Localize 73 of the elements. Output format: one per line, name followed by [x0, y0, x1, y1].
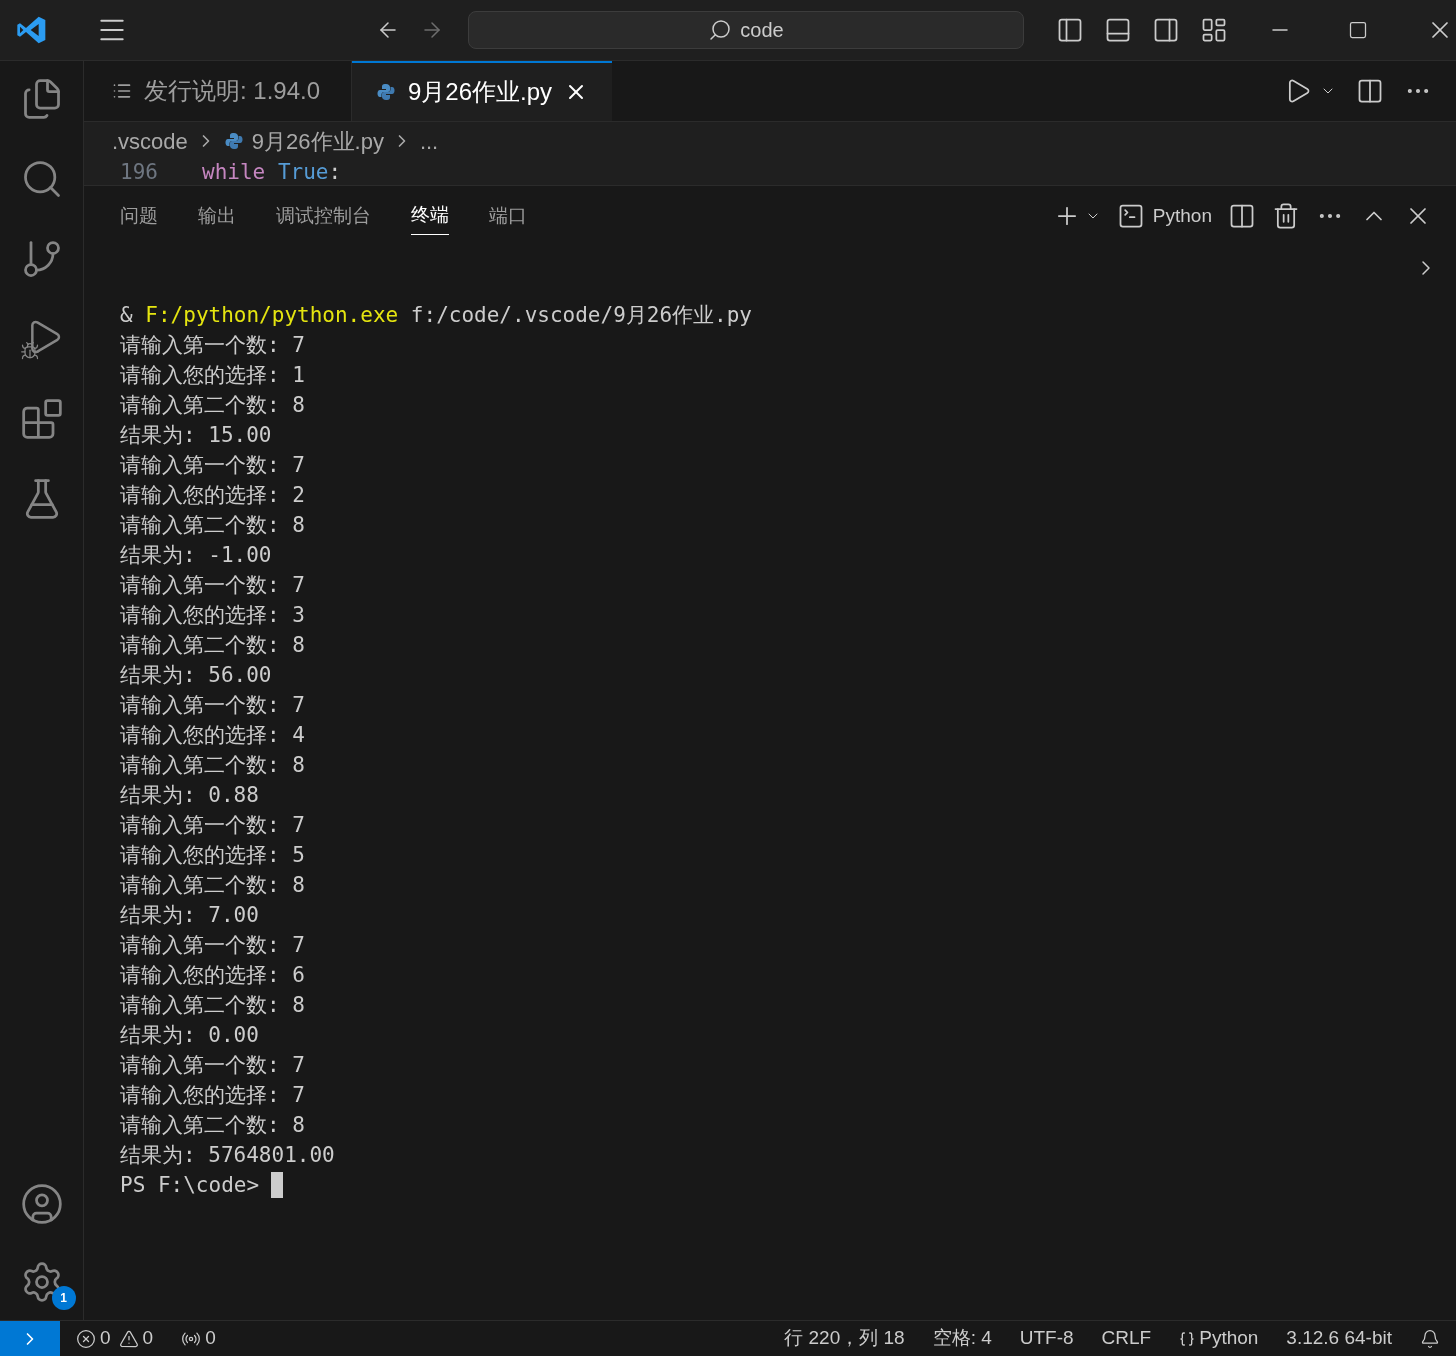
panel-tab[interactable]: 调试控制台	[276, 197, 371, 235]
terminal-output-line: 请输入您的选择: 1	[120, 362, 306, 389]
notification-badge: 1	[51, 1286, 76, 1310]
terminal-output-line: 请输入第二个数: 8	[120, 872, 306, 899]
primary-sidebar-icon[interactable]	[1056, 16, 1084, 44]
ports-status[interactable]: 0	[181, 1324, 216, 1353]
terminal-output-line: 请输入第二个数: 8	[120, 752, 306, 779]
search-field[interactable]: code	[468, 11, 1024, 49]
terminal-output-line: 结果为: 56.00	[120, 662, 273, 689]
search-text: code	[740, 18, 784, 43]
terminal-output-line: 请输入第二个数: 8	[120, 512, 306, 539]
status-item[interactable]: CRLF	[1101, 1324, 1152, 1353]
terminal-output-line: 结果为: 0.00	[120, 1022, 260, 1049]
delete-icon[interactable]	[1272, 202, 1300, 230]
line-number: 196	[119, 158, 158, 186]
terminal-output-line: 请输入第一个数: 7	[120, 932, 306, 959]
terminal-cursor	[271, 1172, 284, 1198]
split-terminal-icon[interactable]	[1228, 202, 1256, 230]
maximize-icon[interactable]	[1348, 20, 1368, 40]
breadcrumb-item[interactable]: .vscode	[112, 124, 188, 158]
terminal-output-line: 请输入第一个数: 7	[120, 332, 306, 359]
terminal-output-line: 请输入第一个数: 7	[120, 452, 306, 479]
search-icon	[708, 18, 733, 42]
breadcrumb-item[interactable]: 9月26作业.py	[251, 124, 384, 158]
terminal-output-line: 结果为: 0.88	[120, 782, 260, 809]
status-item[interactable]: 3.12.6 64-bit	[1286, 1324, 1392, 1353]
panel-tab[interactable]: 输出	[198, 197, 236, 235]
terminal-output-line: 请输入第二个数: 8	[120, 1112, 306, 1139]
secondary-sidebar-icon[interactable]	[1152, 16, 1180, 44]
layout-icon[interactable]	[1200, 16, 1228, 44]
terminal-output-line: 请输入第二个数: 8	[120, 632, 306, 659]
terminal-output-line: 请输入第一个数: 7	[120, 812, 306, 839]
account-icon[interactable]	[19, 1182, 64, 1226]
notifications-icon[interactable]	[1420, 1328, 1440, 1349]
split-editor-icon[interactable]	[1356, 77, 1384, 105]
app-logo	[16, 14, 48, 46]
terminal-output-line: 请输入第二个数: 8	[120, 992, 306, 1019]
language-status[interactable]: Python	[1179, 1324, 1259, 1353]
terminal-output-line: 请输入第一个数: 7	[120, 692, 306, 719]
terminal-prompt: PS F:\code>	[120, 1172, 260, 1199]
terminal-output-line: 结果为: 5764801.00	[120, 1142, 336, 1169]
terminal-output-line: 请输入您的选择: 4	[120, 722, 306, 749]
terminal-output-line: 结果为: 7.00	[120, 902, 260, 929]
braces-icon	[1179, 1330, 1196, 1347]
terminal-output-line: 请输入您的选择: 6	[120, 962, 306, 989]
document-icon	[112, 81, 132, 101]
status-item[interactable]: UTF-8	[1019, 1324, 1074, 1353]
terminal-command: & F:/python/python.exe f:/code/.vscode/9月26作业.py	[120, 302, 753, 329]
problems-status[interactable]: 0 0	[76, 1324, 154, 1353]
panel-tab[interactable]: 终端	[411, 197, 449, 235]
terminal-output-line: 请输入您的选择: 2	[120, 482, 306, 509]
extensions-icon[interactable]	[19, 397, 64, 441]
terminal-output-line: 请输入您的选择: 3	[120, 602, 306, 629]
error-icon	[76, 1328, 96, 1349]
terminal-output-line: 请输入第一个数: 7	[120, 1052, 306, 1079]
terminal-profile[interactable]: Python	[1116, 201, 1212, 231]
panel-tab[interactable]: 端口	[489, 197, 527, 235]
python-icon	[376, 82, 396, 102]
terminal-output-line: 结果为: -1.00	[120, 542, 273, 569]
panel-tab[interactable]: 问题	[120, 197, 158, 235]
warning-icon	[118, 1328, 139, 1349]
editor-tab[interactable]: 9月26作业.py	[352, 61, 613, 121]
python-icon	[223, 131, 244, 151]
terminal-output-line: 请输入第一个数: 7	[120, 572, 306, 599]
terminal-output-line: 结果为: 15.00	[120, 422, 273, 449]
status-item[interactable]: 行 220，列 18	[784, 1324, 905, 1353]
terminal-output-line: 请输入您的选择: 7	[120, 1082, 306, 1109]
breadcrumb-item[interactable]: ...	[419, 124, 439, 158]
code-line: while True:	[202, 158, 342, 186]
terminal-output-line: 请输入第二个数: 8	[120, 392, 306, 419]
terminal-output-line: 请输入您的选择: 5	[120, 842, 306, 869]
status-item[interactable]: 空格: 4	[932, 1324, 992, 1353]
panel-toggle-icon[interactable]	[1104, 16, 1132, 44]
